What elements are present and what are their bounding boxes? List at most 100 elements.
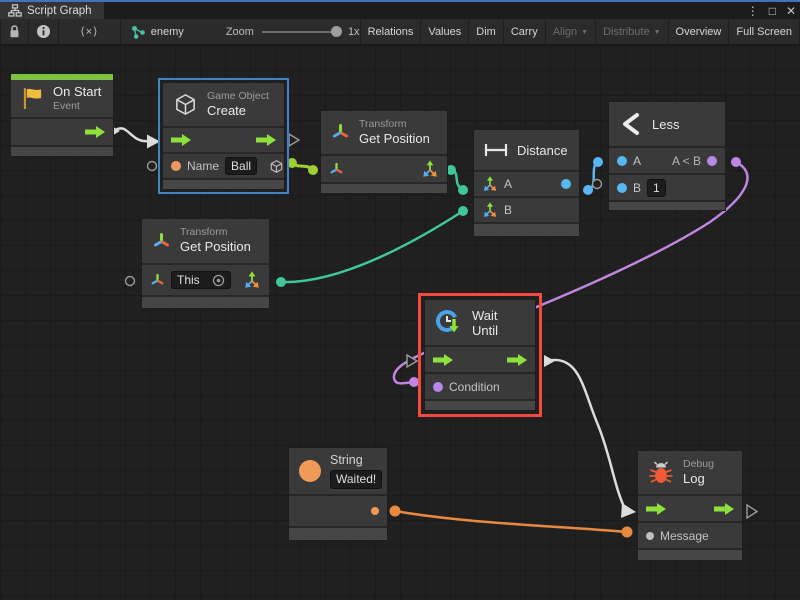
node-on-start[interactable]: On Start Event <box>10 73 114 157</box>
lock-button[interactable] <box>0 19 29 44</box>
wire-onstart-to-create <box>110 125 160 149</box>
node-footer <box>11 147 113 156</box>
node-footer <box>474 224 579 236</box>
node-subtitle: Event <box>53 100 101 113</box>
string-value-field[interactable]: Waited! <box>330 470 382 489</box>
zoom-slider-knob[interactable] <box>331 26 342 37</box>
node-get-position-b[interactable]: Transform Get Position This <box>141 218 270 309</box>
node-string[interactable]: String Waited! <box>288 447 388 541</box>
object-picker-icon[interactable] <box>212 274 225 287</box>
node-footer <box>142 297 269 308</box>
gameobject-output-port[interactable] <box>269 159 284 174</box>
graph-reference[interactable]: enemy <box>123 19 192 44</box>
dropdown-caret-icon: ▼ <box>581 29 588 36</box>
graph-toolbar: ⟨×⟩ enemy Zoom 1x Relations Values Dim C… <box>0 19 800 45</box>
transform-icon <box>331 123 350 142</box>
output-label: A < B <box>672 154 701 168</box>
control-output-port[interactable] <box>256 134 276 146</box>
node-title: Less <box>652 117 679 132</box>
graph-canvas[interactable]: On Start Event Game Object Create <box>0 45 800 600</box>
control-output-port[interactable] <box>507 354 527 366</box>
wire-waituntil-to-debuglog <box>544 355 636 518</box>
zoom-value: 1x <box>348 26 360 38</box>
toolbar-button-dim[interactable]: Dim <box>469 19 504 44</box>
toolbar-button-values[interactable]: Values <box>421 19 469 44</box>
flag-icon <box>21 86 44 111</box>
node-footer <box>163 180 284 189</box>
name-field[interactable]: Ball <box>225 157 257 175</box>
toolbar-button-distribute[interactable]: Distribute ▼ <box>596 19 668 44</box>
string-type-icon <box>299 460 321 482</box>
info-icon <box>36 24 51 39</box>
node-get-position-a[interactable]: Transform Get Position <box>320 110 448 194</box>
unconnected-flow-waituntil-in <box>407 355 417 367</box>
target-field[interactable]: This <box>171 271 231 289</box>
toolbar-button-overview[interactable]: Overview <box>669 19 730 44</box>
node-title: On Start <box>53 84 101 100</box>
script-graph-window: Script Graph ⋮ □ ✕ ⟨×⟩ enemy Zoom <box>0 0 800 600</box>
lock-icon <box>8 24 21 39</box>
transform-input-port[interactable] <box>150 273 165 288</box>
inspect-button[interactable] <box>29 19 59 44</box>
control-output-port[interactable] <box>714 503 734 515</box>
window-menu-icon[interactable]: ⋮ <box>747 5 759 17</box>
unconnected-port-create-name <box>148 162 157 171</box>
tab-bar: Script Graph ⋮ □ ✕ <box>0 2 800 19</box>
node-category: Transform <box>359 118 430 131</box>
condition-input-port[interactable] <box>433 382 443 392</box>
window-maximize-icon[interactable]: □ <box>769 5 776 17</box>
control-output-port[interactable] <box>85 126 105 138</box>
vector3-input-port-b[interactable] <box>482 202 498 218</box>
zoom-control: Zoom 1x <box>226 19 360 44</box>
b-value-field[interactable]: 1 <box>647 179 666 197</box>
toolbar-button-relations[interactable]: Relations <box>360 19 422 44</box>
condition-label: Condition <box>449 380 500 394</box>
less-output-port[interactable] <box>707 156 717 166</box>
port-label-a: A <box>633 154 641 168</box>
wire-distance-to-less-a <box>583 157 603 195</box>
message-input-port[interactable] <box>646 532 654 540</box>
vector3-input-port-a[interactable] <box>482 176 498 192</box>
string-output-port[interactable] <box>371 507 379 515</box>
toolbar-button-carry[interactable]: Carry <box>504 19 546 44</box>
control-input-port[interactable] <box>646 503 666 515</box>
control-input-port[interactable] <box>433 354 453 366</box>
vector3-output-port[interactable] <box>421 160 439 178</box>
node-title: Log <box>683 471 714 487</box>
wire-getposition-a-to-distance-a <box>446 165 468 195</box>
vector3-output-port[interactable] <box>243 271 261 289</box>
node-wait-until[interactable]: Wait Until Condition <box>424 299 536 411</box>
code-view-toggle[interactable]: ⟨×⟩ <box>59 19 121 44</box>
name-input-port[interactable] <box>171 161 181 171</box>
unconnected-port-less-b <box>593 180 602 189</box>
bug-icon <box>648 461 674 485</box>
control-input-port[interactable] <box>171 134 191 146</box>
node-footer <box>289 528 387 540</box>
wait-until-clock-icon <box>435 309 463 337</box>
node-distance[interactable]: Distance A B <box>473 129 580 237</box>
unconnected-flow-debuglog-out <box>747 505 757 518</box>
wire-string-to-debug-message <box>390 506 633 538</box>
node-debug-log[interactable]: Debug Log Message <box>637 450 743 561</box>
node-title: Distance <box>517 143 568 158</box>
node-create[interactable]: Game Object Create Name Ball <box>162 82 285 190</box>
unconnected-port-getposition-b-target <box>126 277 135 286</box>
node-title: Get Position <box>180 239 251 255</box>
port-label-b: B <box>504 203 512 217</box>
wire-create-to-getposition <box>287 158 318 175</box>
tab-title: Script Graph <box>27 5 92 17</box>
toolbar-button-align[interactable]: Align ▼ <box>546 19 596 44</box>
tab-script-graph[interactable]: Script Graph <box>0 2 104 19</box>
distance-output-port[interactable] <box>561 179 571 189</box>
less-than-icon <box>619 112 643 136</box>
less-input-port-a[interactable] <box>617 156 627 166</box>
toolbar-button-fullscreen[interactable]: Full Screen <box>729 19 800 44</box>
zoom-slider[interactable] <box>262 31 340 33</box>
graph-name: enemy <box>151 26 184 38</box>
script-graph-icon <box>8 4 22 17</box>
node-title: String <box>330 453 382 469</box>
window-close-icon[interactable]: ✕ <box>786 5 796 17</box>
node-less[interactable]: Less A A < B B 1 <box>608 101 726 211</box>
less-input-port-b[interactable] <box>617 183 627 193</box>
transform-input-port[interactable] <box>329 162 344 177</box>
